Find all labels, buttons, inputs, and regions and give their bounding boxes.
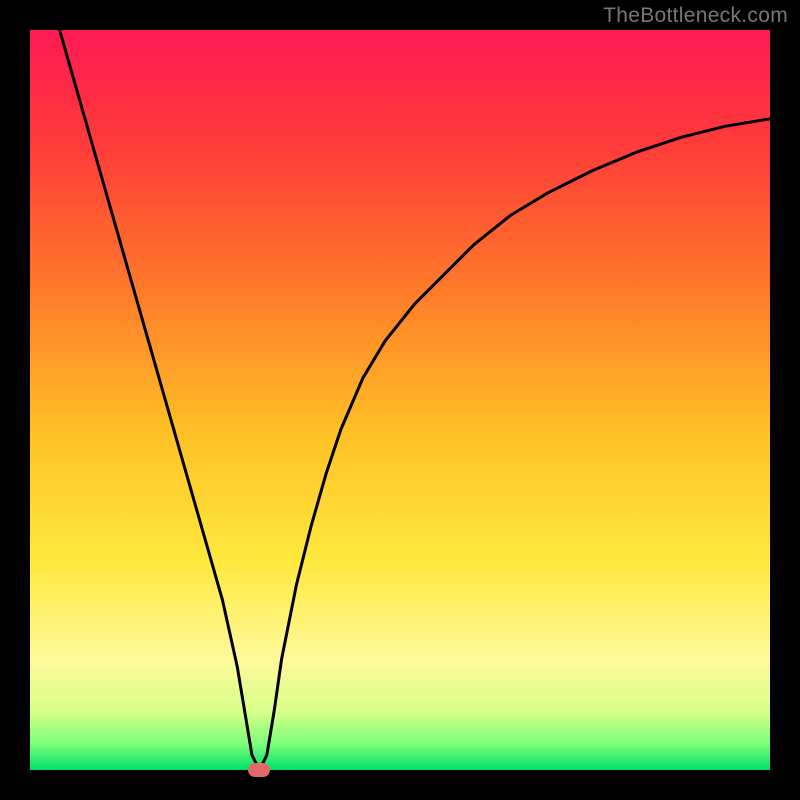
watermark-text: TheBottleneck.com bbox=[603, 4, 788, 28]
optimal-point-marker bbox=[248, 763, 270, 777]
chart-container bbox=[30, 30, 770, 770]
bottleneck-chart bbox=[30, 30, 770, 770]
gradient-background bbox=[30, 30, 770, 770]
